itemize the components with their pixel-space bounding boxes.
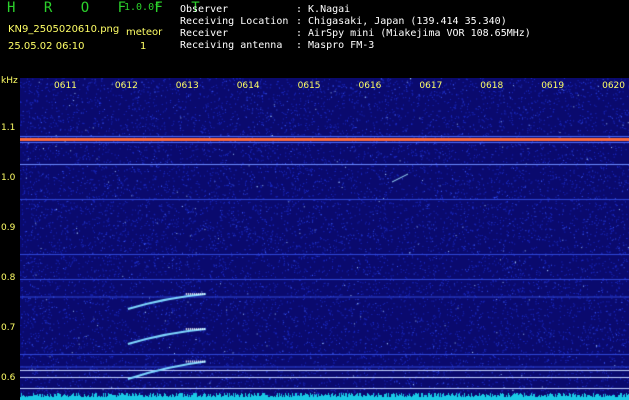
- x-tick-label: 0620: [602, 81, 625, 91]
- meteor-count: 1: [140, 41, 147, 52]
- y-unit-label: kHz: [1, 76, 18, 86]
- x-tick-label: 0617: [419, 81, 443, 91]
- version-label: 1.0.0f: [124, 2, 161, 13]
- antenna-value: : Maspro FM-3: [296, 40, 375, 51]
- x-tick-label: 0618: [480, 81, 504, 91]
- spectrogram-canvas: [20, 78, 629, 400]
- spectrogram-plot: [20, 78, 629, 400]
- meteor-label: meteor: [126, 27, 163, 38]
- receiver-label: Receiver: [180, 28, 229, 39]
- filename-label: KN9_2505020610.png: [8, 24, 120, 35]
- y-tick-label: 0.6: [1, 373, 16, 383]
- y-tick-label: 0.7: [1, 323, 16, 333]
- y-tick-label: 0.9: [1, 223, 16, 233]
- y-tick-label: 1.0: [1, 173, 16, 183]
- observer-value: : K.Nagai: [296, 4, 351, 15]
- x-tick-label: 0615: [297, 81, 321, 91]
- location-value: : Chigasaki, Japan (139.414 35.340): [296, 16, 507, 27]
- header-panel: H R O F F T 1.0.0f KN9_2505020610.png 25…: [0, 0, 629, 78]
- datetime-label: 25.05.02 06:10: [8, 41, 85, 52]
- antenna-label: Receiving antenna: [180, 40, 283, 51]
- x-tick-label: 0613: [175, 81, 199, 91]
- x-tick-label: 0619: [541, 81, 565, 91]
- observer-label: Observer: [180, 4, 229, 15]
- x-tick-label: 0612: [114, 81, 138, 91]
- x-tick-label: 0616: [358, 81, 382, 91]
- y-tick-label: 0.8: [1, 273, 16, 283]
- x-tick-label: 0614: [236, 81, 260, 91]
- y-tick-label: 1.1: [1, 123, 16, 133]
- location-label: Receiving Location: [180, 16, 289, 27]
- receiver-value: : AirSpy mini (Miakejima VOR 108.65MHz): [296, 28, 531, 39]
- x-tick-label: 0611: [54, 81, 77, 91]
